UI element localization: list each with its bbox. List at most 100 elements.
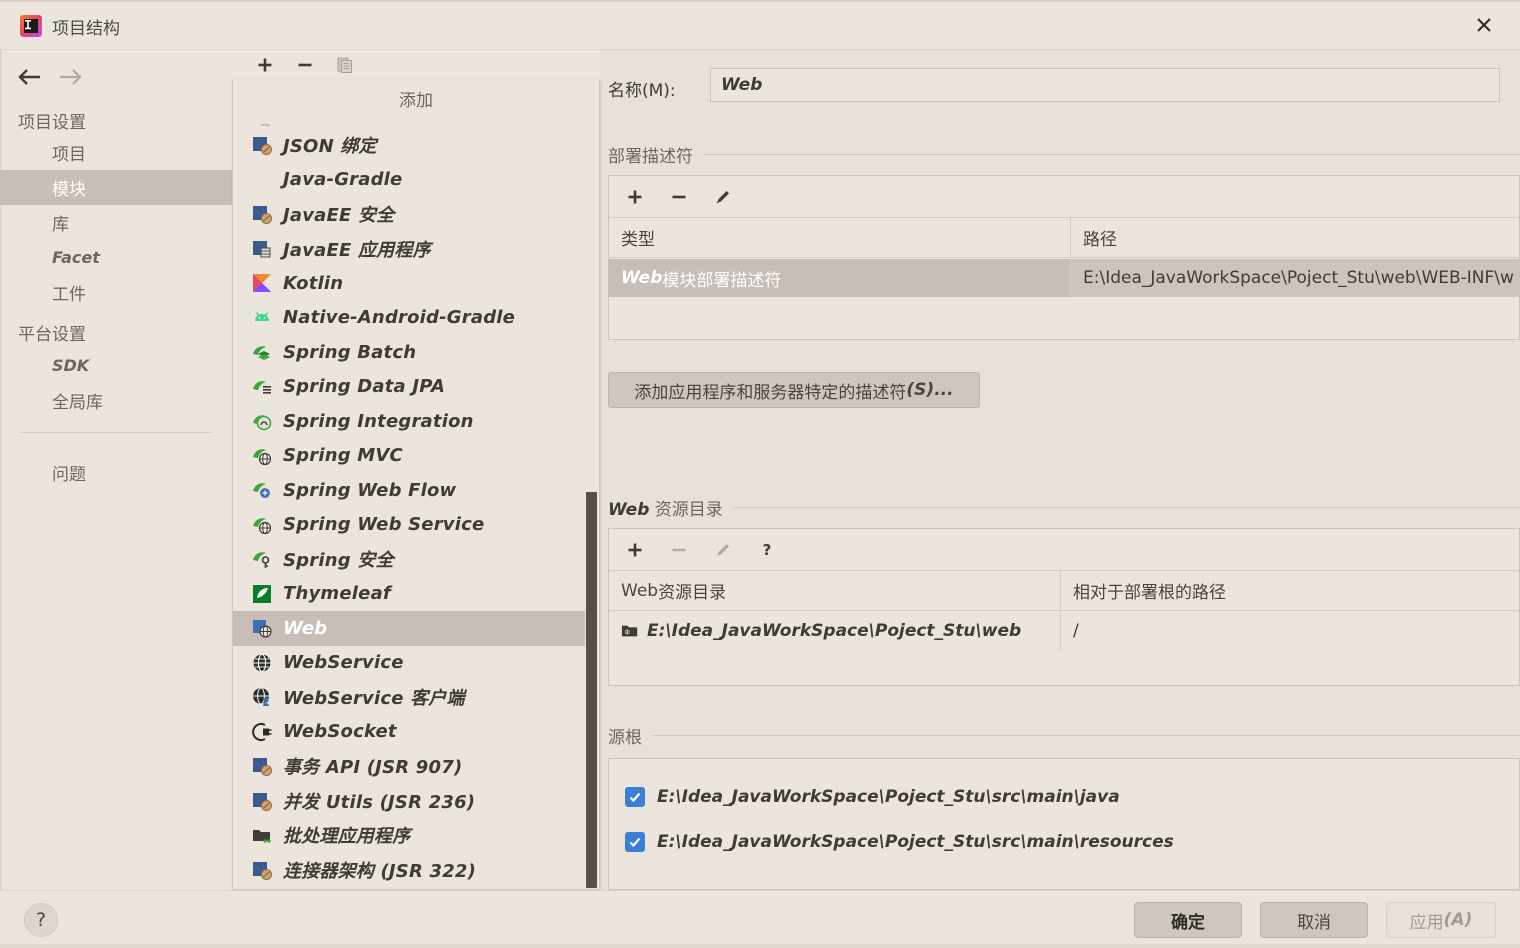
name-label-text: 名称(M): — [608, 81, 676, 101]
popup-item-java-gradle[interactable]: Java-Gradle — [233, 163, 599, 198]
websocket-icon — [251, 721, 273, 743]
popup-separator-dash — [261, 124, 270, 126]
popup-item-batch-application[interactable]: 批处理应用程序 — [233, 818, 599, 853]
question-icon[interactable]: ? — [24, 903, 58, 937]
web-resource-section-header: Web 资源目录 — [608, 495, 1520, 520]
sidebar-item-artifacts[interactable]: 工件 — [0, 275, 232, 310]
popup-item-label: 并发 Utils (JSR 236) — [283, 791, 476, 813]
sidebar-divider — [20, 432, 212, 433]
minus-icon[interactable] — [292, 52, 318, 78]
add-app-server-descriptor-button[interactable]: 添加应用程序和服务器特定的描述符 (S)... — [608, 372, 980, 408]
sidebar-item-facet[interactable]: Facet — [0, 240, 232, 275]
ok-button[interactable]: 确定 — [1134, 902, 1242, 938]
sidebar-item-global-libraries[interactable]: 全局库 — [0, 383, 232, 418]
pencil-icon[interactable] — [709, 183, 737, 211]
sidebar-item-label: Facet — [52, 248, 100, 267]
web-icon — [251, 617, 273, 639]
checkbox-checked[interactable] — [625, 832, 645, 852]
plus-icon[interactable] — [252, 52, 278, 78]
popup-item-label: 连接器架构 (JSR 322) — [283, 860, 477, 882]
popup-item-label: Web — [283, 617, 328, 639]
section-rule — [652, 735, 1520, 736]
popup-item-concurrency-utils-jsr236[interactable]: 并发 Utils (JSR 236) — [233, 784, 599, 819]
column-header-italic: Web — [621, 580, 659, 601]
popup-item-list: JSON 绑定 Java-Gradle JavaEE 安全 JavaEE 应用程… — [233, 128, 599, 888]
popup-item-spring-data-jpa[interactable]: Spring Data JPA — [233, 370, 599, 405]
popup-item-label: Kotlin — [283, 272, 344, 294]
popup-item-javaee-security[interactable]: JavaEE 安全 — [233, 197, 599, 232]
title-bar: 项目结构 — [0, 0, 1520, 50]
sidebar-item-libraries[interactable]: 库 — [0, 205, 232, 240]
popup-item-spring-mvc[interactable]: Spring MVC — [233, 439, 599, 474]
list-item[interactable]: E:\Idea_JavaWorkSpace\Poject_Stu\src\mai… — [609, 820, 1519, 864]
table-row[interactable]: E:\Idea_JavaWorkSpace\Poject_Stu\web / — [609, 612, 1519, 650]
sidebar-item-problems[interactable]: 问题 — [0, 455, 232, 490]
spring-mvc-icon — [251, 445, 273, 467]
intellij-idea-icon — [20, 15, 42, 37]
popup-item-connector-architecture-jsr322[interactable]: 连接器架构 (JSR 322) — [233, 853, 599, 888]
source-roots-section-label: 源根 — [608, 728, 642, 748]
popup-item-spring-web-service[interactable]: Spring Web Service — [233, 508, 599, 543]
plus-icon[interactable] — [621, 536, 649, 564]
cell-web-resource-dir: E:\Idea_JavaWorkSpace\Poject_Stu\web — [609, 612, 1060, 650]
arrow-right-icon[interactable] — [54, 60, 88, 94]
cancel-button[interactable]: 取消 — [1260, 902, 1368, 938]
cell-type-italic: Web — [621, 268, 663, 288]
add-facet-popup: 添加 JSON 绑定 Java-Gradle JavaEE 安全 JavaEE … — [232, 80, 600, 890]
web-resource-header-row: Web 资源目录 相对于部署根的路径 — [609, 570, 1519, 611]
popup-item-label: Spring Data JPA — [283, 376, 446, 398]
name-input[interactable]: Web — [710, 68, 1500, 102]
popup-item-transaction-api-jsr907[interactable]: 事务 API (JSR 907) — [233, 749, 599, 784]
popup-item-web[interactable]: Web — [233, 611, 599, 646]
popup-item-websocket[interactable]: WebSocket — [233, 715, 599, 750]
deployment-descriptor-table: 类型 路径 Web 模块部署描述符 E:\Idea_JavaWorkSpace\… — [608, 175, 1520, 340]
popup-item-webservice[interactable]: WebService — [233, 646, 599, 681]
popup-item-thymeleaf[interactable]: Thymeleaf — [233, 577, 599, 612]
popup-item-spring-security[interactable]: Spring 安全 — [233, 542, 599, 577]
cell-type: Web 模块部署描述符 — [609, 259, 1070, 297]
sidebar-item-label: 项目 — [52, 145, 86, 165]
svg-text:?: ? — [763, 541, 772, 559]
popup-item-webservice-client[interactable]: WebService 客户端 — [233, 680, 599, 715]
copy-icon[interactable] — [332, 52, 358, 78]
web-resource-table: ? Web 资源目录 相对于部署根的路径 E:\Idea_JavaWorkSpa… — [608, 528, 1520, 686]
popup-item-kotlin[interactable]: Kotlin — [233, 266, 599, 301]
column-header-rest: 资源目录 — [658, 583, 727, 603]
popup-item-label: Spring Web Flow — [283, 479, 457, 501]
popup-item-javaee-application[interactable]: JavaEE 应用程序 — [233, 232, 599, 267]
popup-item-spring-batch[interactable]: Spring Batch — [233, 335, 599, 370]
spring-data-jpa-icon — [251, 376, 273, 398]
spring-webservice-icon — [251, 514, 273, 536]
titlebar-top-line — [0, 0, 1520, 2]
question-icon[interactable]: ? — [753, 536, 781, 564]
apply-suffix: (A) — [1443, 910, 1473, 930]
popup-item-spring-integration[interactable]: Spring Integration — [233, 404, 599, 439]
popup-item-spring-web-flow[interactable]: Spring Web Flow — [233, 473, 599, 508]
javaee-concurrency-icon — [251, 790, 273, 812]
checkbox-checked[interactable] — [625, 787, 645, 807]
web-resource-section-label-italic: Web — [608, 500, 650, 520]
table-row[interactable]: Web 模块部署描述符 E:\Idea_JavaWorkSpace\Poject… — [609, 259, 1519, 297]
close-icon[interactable] — [1466, 8, 1502, 42]
sidebar-item-project[interactable]: 项目 — [0, 135, 232, 170]
plus-icon[interactable] — [621, 183, 649, 211]
popup-item-label: Spring Web Service — [283, 514, 485, 536]
popup-item-json-binding[interactable]: JSON 绑定 — [233, 128, 599, 163]
popup-item-label: 事务 API (JSR 907) — [283, 757, 463, 779]
sidebar-item-modules[interactable]: 模块 — [0, 170, 232, 205]
web-resource-section-label-rest: 资源目录 — [649, 500, 723, 520]
batch-app-icon — [251, 824, 273, 846]
sidebar: 项目设置 项目 模块 库 Facet 工件 平台设置 SDK 全局库 问题 — [0, 50, 232, 890]
popup-scrollbar-thumb[interactable] — [586, 492, 597, 888]
sidebar-item-label: 问题 — [52, 465, 86, 485]
nav-arrows — [10, 56, 120, 98]
minus-icon[interactable] — [665, 183, 693, 211]
list-item[interactable]: E:\Idea_JavaWorkSpace\Poject_Stu\src\mai… — [609, 775, 1519, 819]
javaee-security-icon — [251, 203, 273, 225]
sidebar-item-label: 全局库 — [52, 393, 103, 413]
arrow-left-icon[interactable] — [12, 60, 46, 94]
column-header-relative-path: 相对于部署根的路径 — [1073, 583, 1226, 603]
sidebar-item-sdk[interactable]: SDK — [0, 348, 232, 383]
popup-item-native-android-gradle[interactable]: Native-Android-Gradle — [233, 301, 599, 336]
spring-security-icon — [251, 548, 273, 570]
